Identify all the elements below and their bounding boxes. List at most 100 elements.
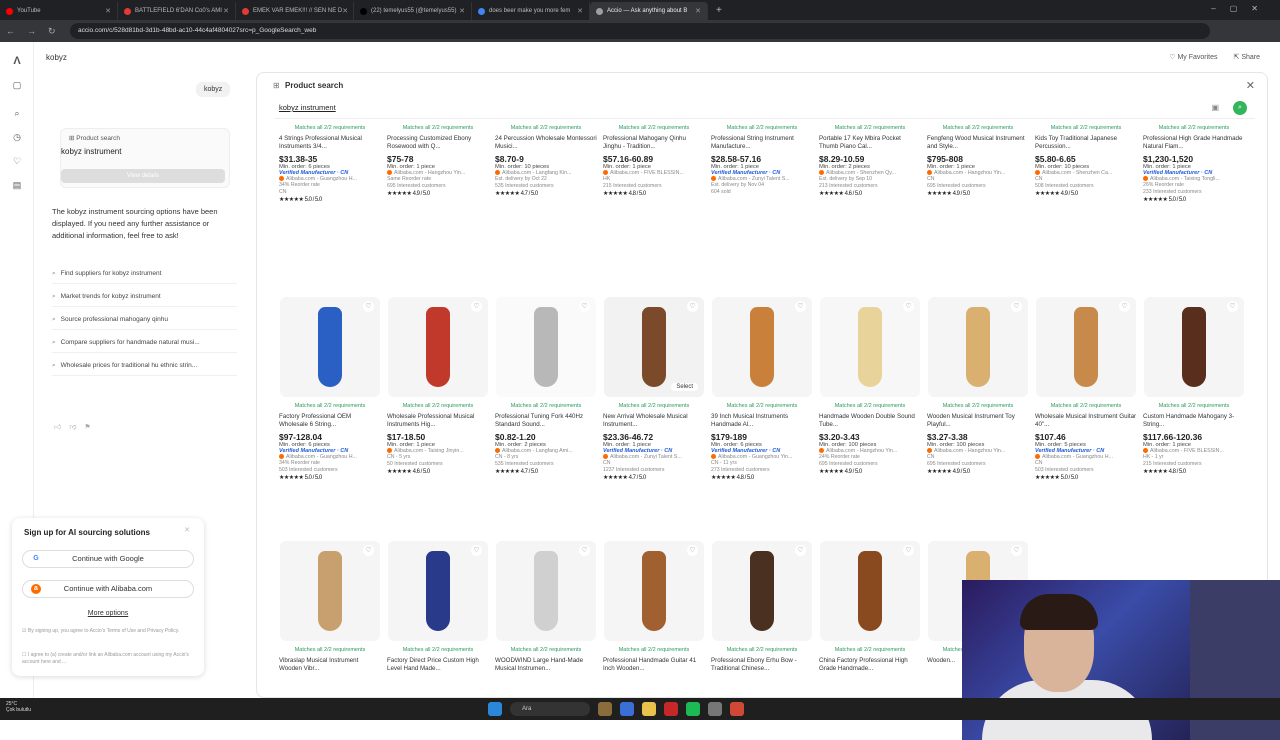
taskbar-search[interactable]: Ara — [510, 702, 590, 716]
favorite-heart-icon[interactable]: ♡ — [1011, 301, 1022, 312]
product-card[interactable]: Matches all 2/2 requirements Factory Prof… — [279, 403, 381, 481]
image-search-icon[interactable]: ▣ — [1211, 103, 1219, 112]
sidebar-toggle-icon[interactable]: ▢ — [12, 80, 22, 90]
close-icon[interactable]: ✕ — [1246, 79, 1255, 92]
favorite-heart-icon[interactable]: ♡ — [795, 301, 806, 312]
favorites-icon[interactable]: ♡ — [12, 156, 22, 166]
forward-icon[interactable]: → — [27, 26, 36, 36]
app-icon[interactable] — [664, 702, 678, 716]
favorite-heart-icon[interactable]: ♡ — [363, 301, 374, 312]
product-title[interactable]: Wholesale Musical Instrument Guitar 40".… — [1035, 413, 1137, 429]
product-card[interactable]: Matches all 2/2 requirements Professional… — [711, 647, 813, 673]
close-icon[interactable]: ✕ — [223, 7, 229, 15]
favorite-heart-icon[interactable]: ♡ — [795, 545, 806, 556]
favorite-heart-icon[interactable]: ♡ — [363, 545, 374, 556]
product-card[interactable]: Matches all 2/2 requirements Portable 17 … — [819, 125, 921, 197]
product-card[interactable]: Matches all 2/2 requirements Professional… — [603, 647, 705, 673]
view-details-button[interactable]: View details — [61, 169, 225, 183]
product-image[interactable]: ♡ — [496, 297, 596, 397]
product-title[interactable]: Professional String Instrument Manufactu… — [711, 135, 813, 151]
product-image[interactable]: ♡ — [1144, 297, 1244, 397]
product-card[interactable]: Matches all 2/2 requirements Factory Dire… — [387, 647, 489, 673]
product-card[interactable]: Matches all 2/2 requirements Wholesale Pr… — [387, 403, 489, 475]
messages-icon[interactable]: ▤ — [12, 180, 22, 190]
product-image[interactable]: ♡ — [1036, 297, 1136, 397]
product-title[interactable]: Kids Toy Traditional Japanese Percussion… — [1035, 135, 1137, 151]
favorite-heart-icon[interactable]: ♡ — [687, 301, 698, 312]
product-title[interactable]: Wooden Musical Instrument Toy Playful... — [927, 413, 1029, 429]
chrome-icon[interactable] — [730, 702, 744, 716]
suggestion-item[interactable]: ⌕ Find suppliers for kobyz instrument — [52, 264, 237, 284]
search-icon[interactable]: ⌕ — [12, 108, 22, 118]
product-title[interactable]: Professional High Grade Handmade Natural… — [1143, 135, 1245, 151]
close-icon[interactable]: ✕ — [695, 7, 701, 15]
settings-icon[interactable] — [708, 702, 722, 716]
product-card[interactable]: Matches all 2/2 requirements 39 Inch Musi… — [711, 403, 813, 481]
favorite-heart-icon[interactable]: ♡ — [471, 545, 482, 556]
favorite-heart-icon[interactable]: ♡ — [1011, 545, 1022, 556]
product-card[interactable]: Matches all 2/2 requirements Kids Toy Tra… — [1035, 125, 1137, 197]
product-card[interactable]: Matches all 2/2 requirements Professional… — [711, 125, 813, 196]
back-icon[interactable]: ← — [6, 26, 15, 36]
product-card[interactable]: Matches all 2/2 requirements Processing C… — [387, 125, 489, 197]
close-icon[interactable]: ✕ — [577, 7, 583, 15]
url-bar[interactable]: accio.com/c/528d81bd-3d1b-48bd-ac10-44c4… — [70, 23, 1210, 39]
favorite-heart-icon[interactable]: ♡ — [1227, 301, 1238, 312]
product-title[interactable]: Wholesale Professional Musical Instrumen… — [387, 413, 489, 429]
windows-start-icon[interactable] — [488, 702, 502, 716]
my-favorites-button[interactable]: ♡ My Favorites — [1169, 53, 1217, 61]
product-title[interactable]: 4 Strings Professional Musical Instrumen… — [279, 135, 381, 151]
reload-icon[interactable]: ↻ — [48, 26, 56, 37]
accio-logo-icon[interactable]: Λ — [12, 56, 22, 67]
browser-tab[interactable]: BATTLEFIELD 6'DAN Co0's AMI ✕ — [118, 2, 236, 20]
favorite-heart-icon[interactable]: ♡ — [471, 301, 482, 312]
widgets-icon[interactable] — [598, 702, 612, 716]
product-card[interactable]: Matches all 2/2 requirements China Factor… — [819, 647, 921, 673]
browser-tab[interactable]: EMEK VAR EMEK!!! // SEN NE D ✕ — [236, 2, 354, 20]
product-card[interactable]: Matches all 2/2 requirements Vibraslap Mu… — [279, 647, 381, 673]
product-image[interactable]: ♡ — [388, 541, 488, 641]
product-image[interactable]: ♡ — [496, 541, 596, 641]
product-card[interactable]: Matches all 2/2 requirements 24 Percussio… — [495, 125, 597, 197]
close-icon[interactable]: ✕ — [105, 7, 111, 15]
product-image[interactable]: ♡ — [820, 541, 920, 641]
product-title[interactable]: Processing Customized Ebony Rosewood wit… — [387, 135, 489, 151]
share-button[interactable]: ⇱ Share — [1234, 53, 1261, 61]
product-card[interactable]: Matches all 2/2 requirements Professional… — [1143, 125, 1245, 203]
product-card[interactable]: Matches all 2/2 requirements Professional… — [495, 403, 597, 475]
product-image[interactable]: ♡ — [712, 541, 812, 641]
favorite-heart-icon[interactable]: ♡ — [1119, 301, 1130, 312]
product-title[interactable]: Professional Tuning Fork 440Hz Standard … — [495, 413, 597, 429]
product-title[interactable]: 39 Inch Musical Instruments Handmade Al.… — [711, 413, 813, 429]
product-image[interactable]: ♡ — [820, 297, 920, 397]
product-image[interactable]: ♡ — [712, 297, 812, 397]
product-title[interactable]: Professional Handmade Guitar 41 Inch Woo… — [603, 657, 705, 673]
product-title[interactable]: Professional Ebony Erhu Bow - Traditiona… — [711, 657, 813, 673]
product-card[interactable]: Matches all 2/2 requirements Wholesale Mu… — [1035, 403, 1137, 481]
favorite-heart-icon[interactable]: ♡ — [579, 301, 590, 312]
product-title[interactable]: New Arrival Wholesale Musical Instrument… — [603, 413, 705, 429]
more-options-link[interactable]: More options — [12, 610, 204, 617]
close-icon[interactable]: ✕ — [184, 526, 190, 534]
product-card[interactable]: Matches all 2/2 requirements Wooden Music… — [927, 403, 1029, 475]
favorite-heart-icon[interactable]: ♡ — [579, 545, 590, 556]
product-image[interactable]: ♡ — [604, 541, 704, 641]
product-image[interactable]: ♡ — [280, 541, 380, 641]
favorite-heart-icon[interactable]: ♡ — [903, 545, 914, 556]
product-image[interactable]: ♡ — [388, 297, 488, 397]
browser-tab-active[interactable]: Accio — Ask anything about B ✕ — [590, 2, 708, 20]
product-card[interactable]: Matches all 2/2 requirements 4 Strings Pr… — [279, 125, 381, 203]
link-account-checkbox-text[interactable]: ☐ I agree to (a) create and/or link an A… — [22, 652, 198, 666]
select-button[interactable]: Select — [671, 383, 698, 391]
history-icon[interactable]: ◷ — [12, 132, 22, 142]
product-image[interactable]: ♡ Select — [604, 297, 704, 397]
product-title[interactable]: Factory Direct Price Custom High Level H… — [387, 657, 489, 673]
product-title[interactable]: Vibraslap Musical Instrument Wooden Vibr… — [279, 657, 381, 673]
browser-tab[interactable]: (22) temelyus55 (@temelyus55) ✕ — [354, 2, 472, 20]
suggestion-item[interactable]: ⌕ Compare suppliers for handmade natural … — [52, 333, 237, 353]
product-title[interactable]: Fengfeng Wood Musical Instrument and Sty… — [927, 135, 1029, 151]
product-title[interactable]: Professional Mahogany Qinhu Jinghu - Tra… — [603, 135, 705, 151]
weather-widget[interactable]: 25°C Çok bulutlu — [6, 701, 31, 713]
product-search-card[interactable]: ⊞ Product search kobyz instrument View d… — [60, 128, 230, 188]
continue-alibaba-button[interactable]: a Continue with Alibaba.com — [22, 580, 194, 598]
